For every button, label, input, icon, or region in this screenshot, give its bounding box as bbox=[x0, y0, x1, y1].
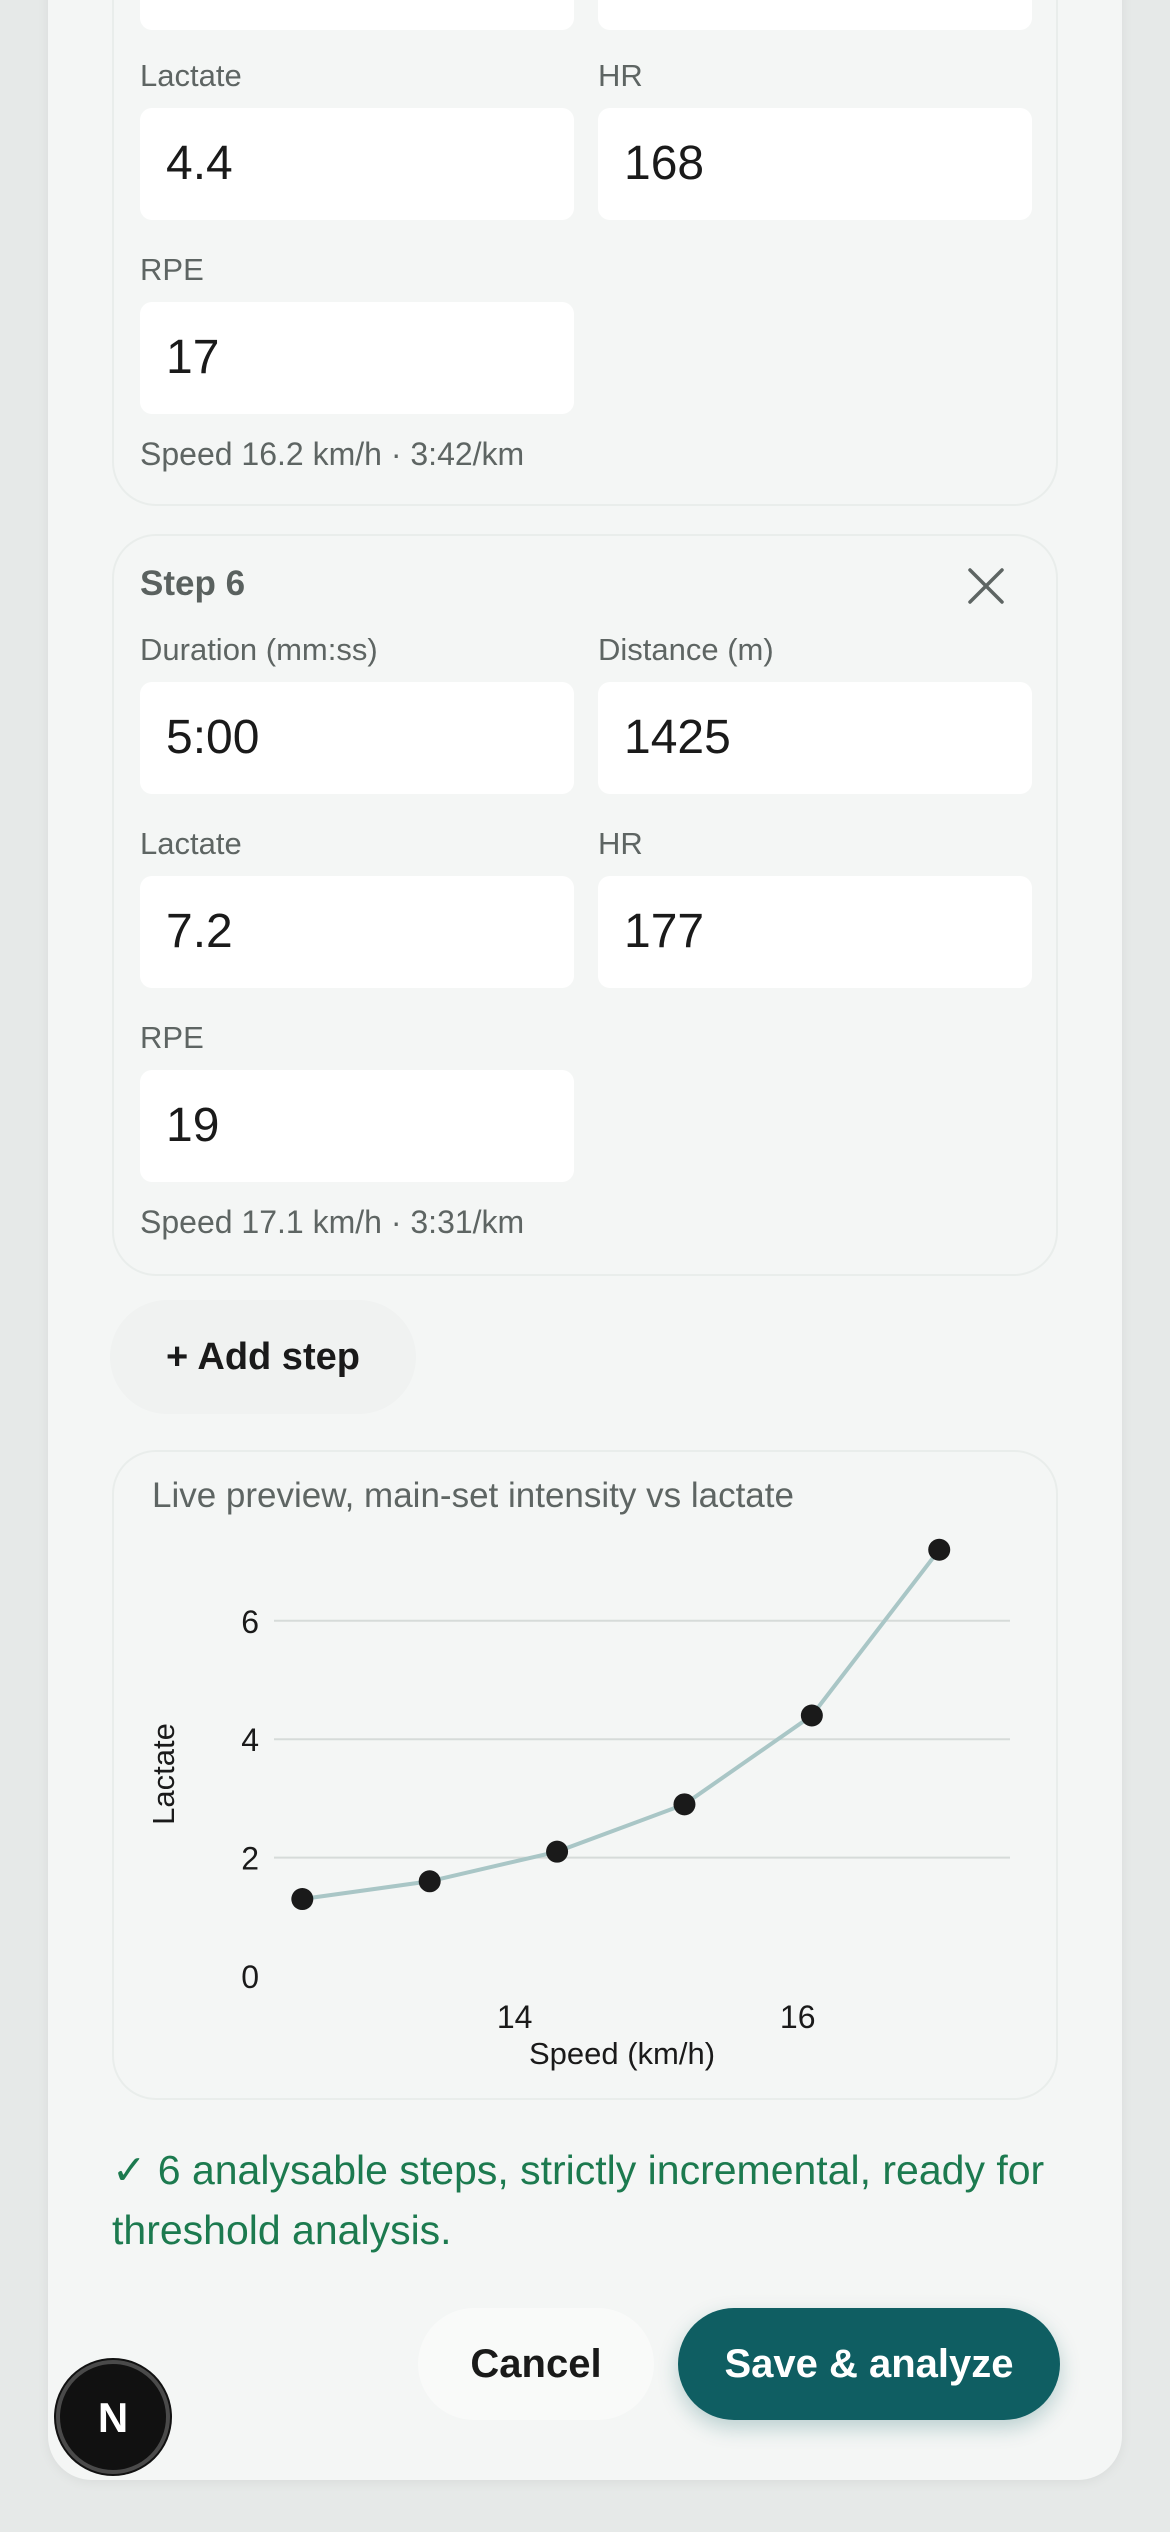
close-icon bbox=[968, 568, 1004, 604]
cancel-button[interactable]: Cancel bbox=[418, 2308, 654, 2420]
data-point bbox=[546, 1840, 569, 1863]
step6-title: Step 6 bbox=[140, 564, 246, 603]
step5-previous-field-right[interactable] bbox=[598, 0, 1032, 30]
step5-speed-text: Speed 16.2 km/h · 3:42/km bbox=[140, 436, 525, 472]
step5-rpe-input[interactable]: 17 bbox=[140, 302, 574, 414]
data-point bbox=[673, 1793, 696, 1816]
step6-lactate-input[interactable]: 7.2 bbox=[140, 876, 574, 988]
step6-hr-label: HR bbox=[598, 826, 643, 861]
step5-rpe-label: RPE bbox=[140, 252, 204, 287]
step5-hr-label: HR bbox=[598, 58, 643, 93]
validation-status: ✓ 6 analysable steps, strictly increment… bbox=[112, 2147, 1045, 2253]
save-analyze-button[interactable]: Save & analyze bbox=[678, 2308, 1060, 2420]
dev-tools-badge[interactable]: N bbox=[56, 2360, 170, 2474]
step6-distance-input[interactable]: 1425 bbox=[598, 682, 1032, 794]
n-logo-icon: N bbox=[98, 2394, 128, 2441]
step6-rpe-label: RPE bbox=[140, 1020, 204, 1055]
step6-rpe-input[interactable]: 19 bbox=[140, 1070, 574, 1182]
step6-speed-text: Speed 17.1 km/h · 3:31/km bbox=[140, 1204, 525, 1240]
step5-previous-field-left[interactable] bbox=[140, 0, 574, 30]
step5-lactate-label: Lactate bbox=[140, 58, 242, 93]
x-tick-label: 16 bbox=[780, 1999, 816, 2035]
data-point bbox=[291, 1888, 314, 1911]
lactate-chart: 0 2 4 6 14 16 Speed (km/h) Lactate bbox=[146, 1538, 1010, 2071]
y-tick-label: 6 bbox=[241, 1604, 259, 1640]
step6-duration-input[interactable]: 5:00 bbox=[140, 682, 574, 794]
y-tick-label: 4 bbox=[241, 1722, 259, 1758]
data-point bbox=[928, 1538, 951, 1561]
y-tick-label: 2 bbox=[241, 1841, 259, 1877]
step6-duration-label: Duration (mm:ss) bbox=[140, 632, 378, 667]
step-card-6: Step 6 Duration (mm:ss) 5:00 Distance (m… bbox=[112, 534, 1058, 1276]
step5-hr-input[interactable]: 168 bbox=[598, 108, 1032, 220]
data-point bbox=[418, 1870, 441, 1893]
x-tick-label: 14 bbox=[497, 1999, 533, 2035]
step-card-5: Lactate 4.4 HR 168 RPE 17 Speed 16.2 km/… bbox=[112, 0, 1058, 506]
add-step-button[interactable]: + Add step bbox=[110, 1300, 416, 1414]
series-line bbox=[302, 1548, 941, 1902]
step6-hr-input[interactable]: 177 bbox=[598, 876, 1032, 988]
y-axis-label: Lactate bbox=[146, 1723, 181, 1825]
live-preview-card: Live preview, main-set intensity vs lact… bbox=[112, 1450, 1058, 2100]
badge-letter: N bbox=[98, 2394, 128, 2441]
step6-lactate-label: Lactate bbox=[140, 826, 242, 861]
remove-step-6-button[interactable] bbox=[956, 556, 1016, 616]
x-axis-label: Speed (km/h) bbox=[529, 2036, 715, 2071]
data-point bbox=[800, 1704, 823, 1727]
step5-lactate-input[interactable]: 4.4 bbox=[140, 108, 574, 220]
y-tick-label: 0 bbox=[241, 1959, 259, 1995]
step6-distance-label: Distance (m) bbox=[598, 632, 774, 667]
